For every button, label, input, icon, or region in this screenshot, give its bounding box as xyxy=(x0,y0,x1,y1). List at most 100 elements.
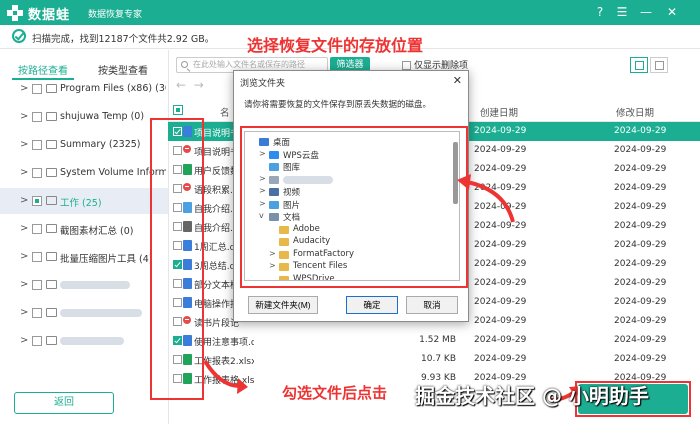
tree-item[interactable]: > 批量压缩图片工具 (4) xyxy=(0,244,168,270)
dialog-tree-item[interactable]: WPSDrive xyxy=(293,274,335,281)
dialog-tree-item[interactable]: 桌面 xyxy=(273,136,290,148)
header-modified[interactable]: 修改日期 xyxy=(616,105,654,119)
select-all-checkbox[interactable] xyxy=(173,105,183,115)
header-name[interactable]: 名 xyxy=(220,105,230,119)
tree-checkbox[interactable] xyxy=(32,280,42,290)
chevron-right-icon[interactable]: > xyxy=(259,186,266,195)
dialog-tree-item[interactable]: Tencent Files xyxy=(293,261,347,271)
tree-item[interactable]: > System Volume Informati xyxy=(0,160,168,186)
tree-checkbox[interactable] xyxy=(32,196,42,206)
back-button[interactable]: 返回 xyxy=(14,392,114,414)
tree-item[interactable]: > Summary (2325) xyxy=(0,132,168,158)
file-name: 语段积累.d xyxy=(194,186,239,196)
tree-checkbox[interactable] xyxy=(32,168,42,178)
new-folder-button[interactable]: 新建文件夹(M) xyxy=(248,296,318,314)
cancel-button[interactable]: 取消 xyxy=(406,296,458,314)
table-row[interactable]: 使用注意事项.docx 1.52 MB 2024-09-29 2024-09-29 xyxy=(168,331,700,350)
chevron-right-icon[interactable]: > xyxy=(20,195,28,206)
tree-item[interactable]: > Program Files (x86) (3010 xyxy=(0,76,168,102)
tree-checkbox[interactable] xyxy=(32,252,42,262)
chevron-right-icon[interactable]: > xyxy=(20,83,28,94)
tree-item[interactable]: > 截图素材汇总 (0) xyxy=(0,216,168,242)
tree-checkbox[interactable] xyxy=(32,84,42,94)
row-checkbox[interactable] xyxy=(173,355,182,364)
dialog-tree-item[interactable]: Adobe xyxy=(293,224,320,234)
only-deleted-box[interactable] xyxy=(402,61,411,70)
created-date: 2024-09-29 xyxy=(474,259,527,269)
minimize-icon[interactable]: — xyxy=(636,3,656,21)
created-date: 2024-09-29 xyxy=(474,316,527,326)
nav-forward-icon[interactable]: → xyxy=(194,78,204,92)
dialog-tree-item[interactable]: 图库 xyxy=(283,161,300,173)
chevron-right-icon[interactable]: > xyxy=(20,111,28,122)
chevron-right-icon[interactable]: > xyxy=(259,199,266,208)
chevron-right-icon[interactable]: > xyxy=(20,251,28,262)
grid-view-button[interactable] xyxy=(630,57,648,73)
chevron-right-icon[interactable]: > xyxy=(20,139,28,150)
dialog-tree-item[interactable]: 文档 xyxy=(283,211,300,223)
chevron-right-icon[interactable]: > xyxy=(259,174,266,183)
close-icon[interactable]: ✕ xyxy=(662,3,682,21)
help-icon[interactable]: ? xyxy=(590,3,610,21)
tree-item[interactable]: > xyxy=(0,300,168,326)
tree-checkbox[interactable] xyxy=(32,140,42,150)
xls-file-icon xyxy=(183,164,192,175)
dialog-tree-item[interactable]: Audacity xyxy=(293,236,330,246)
tree-item[interactable]: > xyxy=(0,328,168,354)
tab-by-path[interactable]: 按路径查看 xyxy=(18,62,68,77)
dialog-tree-item[interactable]: 图片 xyxy=(283,199,300,211)
dialog-tree-item[interactable]: WPS云盘 xyxy=(283,149,319,161)
row-checkbox[interactable] xyxy=(173,336,182,345)
header-created[interactable]: 创建日期 xyxy=(480,105,518,119)
row-checkbox[interactable] xyxy=(173,127,182,136)
row-checkbox[interactable] xyxy=(173,279,182,288)
chevron-right-icon[interactable]: > xyxy=(269,249,276,258)
folder-icon xyxy=(46,252,57,261)
row-checkbox[interactable] xyxy=(173,165,182,174)
row-checkbox[interactable] xyxy=(173,317,182,326)
row-checkbox[interactable] xyxy=(173,184,182,193)
folder-icon xyxy=(279,250,289,259)
tree-checkbox[interactable] xyxy=(32,112,42,122)
txt-file-icon xyxy=(183,221,192,232)
chevron-right-icon[interactable]: > xyxy=(20,307,28,318)
chevron-right-icon[interactable]: > xyxy=(20,223,28,234)
doc-file-icon xyxy=(183,126,192,137)
ok-button[interactable]: 确定 xyxy=(346,296,398,314)
chevron-right-icon[interactable]: > xyxy=(20,335,28,346)
blurred-label xyxy=(283,175,333,184)
folder-icon xyxy=(46,280,57,289)
row-checkbox[interactable] xyxy=(173,241,182,250)
file-size: 1.52 MB xyxy=(419,335,456,345)
row-checkbox[interactable] xyxy=(173,146,182,155)
nav-back-icon[interactable]: ← xyxy=(176,78,186,92)
created-date: 2024-09-29 xyxy=(474,240,527,250)
list-view-button[interactable] xyxy=(650,57,668,73)
row-checkbox[interactable] xyxy=(173,260,182,269)
tree-checkbox[interactable] xyxy=(32,224,42,234)
pictures-icon xyxy=(269,163,279,171)
modified-date: 2024-09-29 xyxy=(614,183,667,193)
tree-checkbox[interactable] xyxy=(32,308,42,318)
dialog-tree-item[interactable]: FormatFactory xyxy=(293,249,354,259)
tree-item[interactable]: > xyxy=(0,272,168,298)
dialog-tree-item[interactable]: 视频 xyxy=(283,186,300,198)
modified-date: 2024-09-29 xyxy=(614,335,667,345)
chevron-right-icon[interactable]: > xyxy=(269,261,276,270)
chevron-right-icon[interactable]: > xyxy=(20,279,28,290)
close-icon[interactable]: ✕ xyxy=(453,74,462,87)
tab-by-type[interactable]: 按类型查看 xyxy=(98,62,148,77)
tree-item[interactable]: > 工作 (25) xyxy=(0,188,168,214)
chevron-right-icon[interactable]: > xyxy=(20,167,28,178)
chevron-right-icon[interactable]: > xyxy=(259,149,266,158)
tree-checkbox[interactable] xyxy=(32,336,42,346)
chevron-down-icon[interactable]: v xyxy=(259,211,264,220)
tree-item[interactable]: > shujuwa Temp (0) xyxy=(0,104,168,130)
created-date: 2024-09-29 xyxy=(474,126,527,136)
row-checkbox[interactable] xyxy=(173,374,182,383)
row-checkbox[interactable] xyxy=(173,222,182,231)
row-checkbox[interactable] xyxy=(173,203,182,212)
modified-date: 2024-09-29 xyxy=(614,202,667,212)
menu-icon[interactable]: ☰ xyxy=(612,3,632,21)
row-checkbox[interactable] xyxy=(173,298,182,307)
